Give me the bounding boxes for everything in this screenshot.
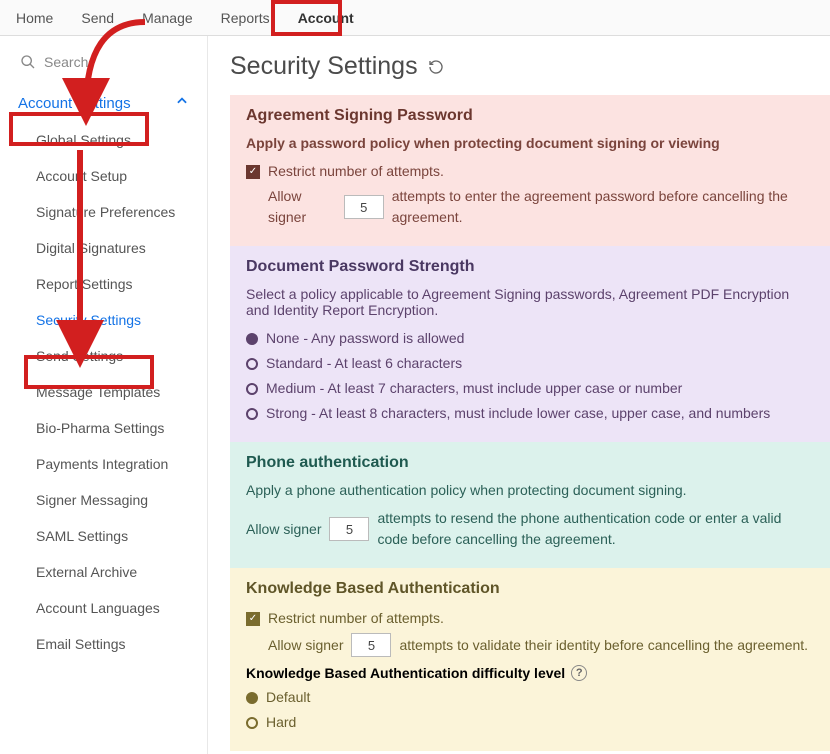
sidebar-item-account-languages[interactable]: Account Languages bbox=[0, 590, 207, 626]
strength-radio-2[interactable] bbox=[246, 383, 258, 395]
chevron-up-icon bbox=[175, 94, 189, 112]
tab-reports[interactable]: Reports bbox=[221, 2, 270, 34]
sidebar-item-signer-messaging[interactable]: Signer Messaging bbox=[0, 482, 207, 518]
card-agreement-signing-password: Agreement Signing Password Apply a passw… bbox=[230, 95, 830, 246]
tab-manage[interactable]: Manage bbox=[142, 2, 193, 34]
card-heading: Knowledge Based Authentication bbox=[246, 580, 814, 598]
tab-account[interactable]: Account bbox=[298, 2, 354, 34]
kba-restrict-checkbox[interactable]: ✓ bbox=[246, 612, 260, 626]
main-content: Security Settings Agreement Signing Pass… bbox=[208, 36, 830, 754]
sidebar-section-label: Account Settings bbox=[18, 95, 131, 112]
kba-radio-0[interactable] bbox=[246, 692, 258, 704]
page-title: Security Settings bbox=[230, 52, 830, 81]
card-heading: Agreement Signing Password bbox=[246, 107, 814, 125]
refresh-icon[interactable] bbox=[428, 59, 444, 75]
agreement-attempts-input[interactable] bbox=[344, 195, 384, 219]
sidebar-item-payments-integration[interactable]: Payments Integration bbox=[0, 446, 207, 482]
kba-restrict-label: Restrict number of attempts. bbox=[268, 608, 444, 629]
card-heading: Phone authentication bbox=[246, 454, 814, 472]
sidebar-item-digital-signatures[interactable]: Digital Signatures bbox=[0, 230, 207, 266]
sidebar-item-signature-preferences[interactable]: Signature Preferences bbox=[0, 194, 207, 230]
help-icon[interactable]: ? bbox=[571, 665, 587, 681]
sidebar-item-report-settings[interactable]: Report Settings bbox=[0, 266, 207, 302]
card-knowledge-based-authentication: Knowledge Based Authentication ✓ Restric… bbox=[230, 568, 830, 751]
search-icon bbox=[20, 54, 36, 70]
strength-radio-1[interactable] bbox=[246, 358, 258, 370]
sidebar-item-email-settings[interactable]: Email Settings bbox=[0, 626, 207, 662]
strength-radio-3[interactable] bbox=[246, 408, 258, 420]
card-desc: Apply a phone authentication policy when… bbox=[246, 482, 814, 498]
sidebar-item-global-settings[interactable]: Global Settings bbox=[0, 122, 207, 158]
sidebar-item-bio-pharma-settings[interactable]: Bio-Pharma Settings bbox=[0, 410, 207, 446]
restrict-attempts-label: Restrict number of attempts. bbox=[268, 161, 444, 182]
sidebar-item-saml-settings[interactable]: SAML Settings bbox=[0, 518, 207, 554]
restrict-attempts-checkbox[interactable]: ✓ bbox=[246, 165, 260, 179]
kba-radio-1[interactable] bbox=[246, 717, 258, 729]
sidebar-item-account-setup[interactable]: Account Setup bbox=[0, 158, 207, 194]
strength-radio-0[interactable] bbox=[246, 333, 258, 345]
sidebar-section-account-settings[interactable]: Account Settings bbox=[0, 84, 207, 122]
sidebar-item-message-templates[interactable]: Message Templates bbox=[0, 374, 207, 410]
phone-attempts-input[interactable] bbox=[329, 517, 369, 541]
sidebar-item-security-settings[interactable]: Security Settings bbox=[0, 302, 207, 338]
kba-difficulty-label: Knowledge Based Authentication difficult… bbox=[246, 665, 814, 681]
kba-attempts-input[interactable] bbox=[351, 633, 391, 657]
card-desc: Apply a password policy when protecting … bbox=[246, 135, 814, 151]
search-placeholder: Search bbox=[44, 54, 88, 70]
sidebar-item-send-settings[interactable]: Send Settings bbox=[0, 338, 207, 374]
card-heading: Document Password Strength bbox=[246, 258, 814, 276]
top-nav: Home Send Manage Reports Account bbox=[0, 0, 830, 36]
sidebar: Search Account Settings Global SettingsA… bbox=[0, 36, 208, 754]
tab-send[interactable]: Send bbox=[81, 2, 114, 34]
tab-home[interactable]: Home bbox=[16, 2, 53, 34]
sidebar-search[interactable]: Search bbox=[0, 48, 207, 84]
sidebar-item-external-archive[interactable]: External Archive bbox=[0, 554, 207, 590]
card-desc: Select a policy applicable to Agreement … bbox=[246, 286, 814, 318]
card-document-password-strength: Document Password Strength Select a poli… bbox=[230, 246, 830, 442]
card-phone-authentication: Phone authentication Apply a phone authe… bbox=[230, 442, 830, 568]
